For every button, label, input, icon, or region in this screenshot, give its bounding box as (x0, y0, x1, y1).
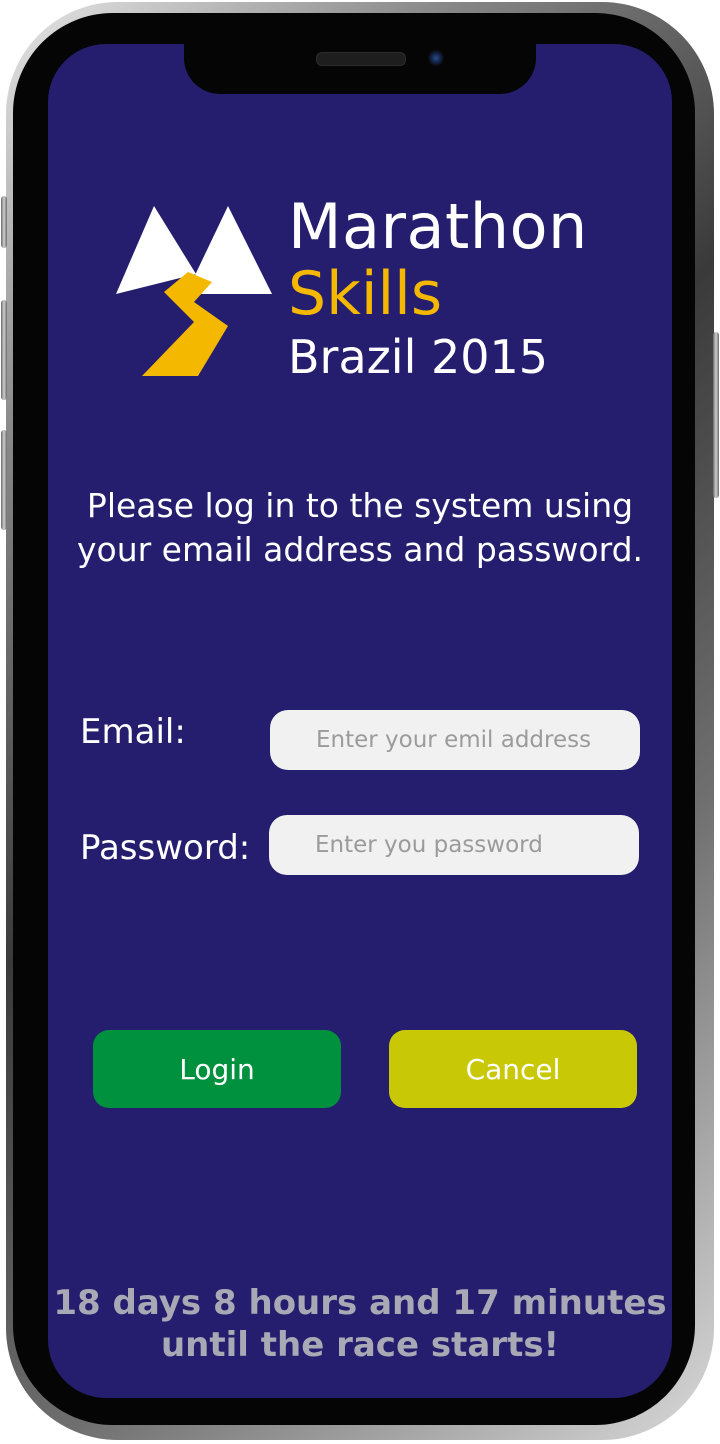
side-button-mute (1, 196, 7, 248)
login-instructions: Please log in to the system using your e… (60, 484, 660, 572)
cancel-button[interactable]: Cancel (389, 1030, 637, 1108)
instructions-line-2: your email address and password. (76, 530, 644, 569)
race-countdown: 18 days 8 hours and 17 minutes until the… (40, 1282, 680, 1366)
front-camera (428, 50, 444, 66)
speaker-grille (316, 52, 406, 66)
side-button-power (713, 332, 719, 498)
logo-title-skills: Skills (288, 259, 443, 329)
marathon-skills-logo: Marathon Skills Brazil 2015 (116, 196, 616, 386)
login-button[interactable]: Login (93, 1030, 341, 1108)
logo-text: Marathon Skills Brazil 2015 (288, 190, 588, 384)
logo-subtitle-event: Brazil 2015 (288, 330, 549, 384)
countdown-line-1: 18 days 8 hours and 17 minutes (53, 1283, 667, 1323)
password-field[interactable] (269, 815, 639, 875)
email-label: Email: (80, 712, 186, 752)
logo-title-marathon: Marathon (288, 190, 588, 263)
mountain-lightning-icon (116, 206, 272, 376)
side-button-volume-up (1, 300, 7, 400)
password-label: Password: (80, 828, 251, 868)
side-button-volume-down (1, 430, 7, 530)
instructions-line-1: Please log in to the system using (86, 486, 634, 525)
countdown-line-2: until the race starts! (160, 1325, 560, 1365)
email-field[interactable] (270, 710, 640, 770)
